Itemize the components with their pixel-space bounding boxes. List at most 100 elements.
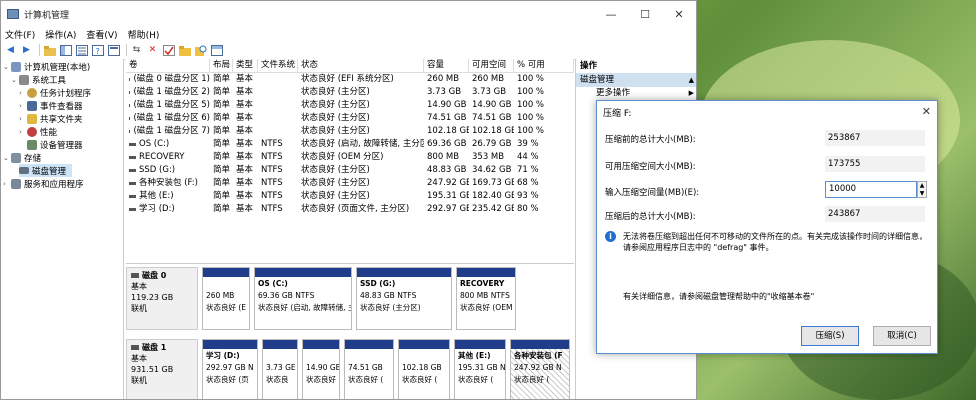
stepper-down-icon[interactable]: ▼	[920, 190, 925, 197]
col-type[interactable]: 类型	[233, 59, 258, 72]
volume-cell-volume: RECOVERY	[126, 151, 210, 164]
volume-row[interactable]: (磁盘 1 磁盘分区 6) 简单 基本 状态良好 (主分区) 74.51 GB 74.51…	[126, 112, 574, 125]
partition-block[interactable]: 其他 (E:) 195.31 GB N 状态良好 (	[454, 339, 506, 399]
volume-row[interactable]: SSD (G:) 简单 基本 NTFS 状态良好 (主分区) 48.83 GB 34.62 …	[126, 164, 574, 177]
volume-row[interactable]: RECOVERY 简单 基本 NTFS 状态良好 (OEM 分区) 800 MB 353 M…	[126, 151, 574, 164]
menu-view[interactable]: 查看(V)	[86, 28, 117, 41]
volume-cell-text: 34.62 GB	[472, 165, 512, 175]
partition-block[interactable]: 74.51 GB 状态良好 (	[344, 339, 394, 399]
partition-block[interactable]: 260 MB 状态良好 (E	[202, 267, 250, 330]
volume-cell-status: 状态良好 (主分区)	[298, 190, 424, 203]
volume-cell-status: 状态良好 (主分区)	[298, 112, 424, 125]
expand-arrow-icon[interactable]: ›	[19, 128, 27, 136]
shrink-amount-input[interactable]: 10000	[825, 181, 917, 198]
collapse-up-icon[interactable]: ▲	[689, 73, 694, 87]
volume-cell-status: 状态良好 (主分区)	[298, 99, 424, 112]
col-status[interactable]: 状态	[298, 59, 424, 72]
actions-section-disk-management[interactable]: 磁盘管理 ▲	[576, 73, 696, 87]
col-filesystem[interactable]: 文件系统	[258, 59, 298, 72]
partition-block[interactable]: 学习 (D:) 292.97 GB N 状态良好 (页	[202, 339, 258, 399]
col-free[interactable]: 可用空间	[469, 59, 514, 72]
tree-system-tools[interactable]: ⌄ 系统工具	[11, 73, 66, 86]
volume-row[interactable]: 学习 (D:) 简单 基本 NTFS 状态良好 (页面文件, 主分区) 292.97 GB…	[126, 203, 574, 216]
expand-arrow-icon[interactable]: ›	[19, 115, 27, 123]
volume-row[interactable]: (磁盘 1 磁盘分区 5) 简单 基本 状态良好 (主分区) 14.90 GB 14.90…	[126, 99, 574, 112]
back-icon[interactable]: ◀	[4, 44, 17, 57]
list-icon[interactable]	[75, 44, 88, 57]
volume-cell-text: (磁盘 0 磁盘分区 1)	[133, 74, 210, 84]
dialog-close-icon[interactable]: ✕	[922, 105, 931, 118]
shrink-button[interactable]: 压缩(S)	[801, 326, 859, 346]
maximize-button[interactable]: ☐	[628, 1, 662, 27]
stepper-up-icon[interactable]: ▲	[920, 182, 925, 189]
partition-block[interactable]: 3.73 GE 状态良	[262, 339, 298, 399]
more-info-text: 有关详细信息，请参阅磁盘管理帮助中的"收缩基本卷"	[623, 292, 815, 301]
volume-row[interactable]: 其他 (E:) 简单 基本 NTFS 状态良好 (主分区) 195.31 GB 182.40…	[126, 190, 574, 203]
volume-row[interactable]: (磁盘 1 磁盘分区 2) 简单 基本 状态良好 (主分区) 3.73 GB 3.73 G…	[126, 86, 574, 99]
col-volume[interactable]: 卷	[126, 59, 210, 72]
tree-shared-folders[interactable]: › 共享文件夹	[19, 112, 83, 125]
tree-storage[interactable]: ⌄ 存储	[3, 151, 41, 164]
dialog-title: 压缩 F:	[603, 108, 632, 119]
volume-icon	[129, 143, 136, 146]
minimize-button[interactable]: —	[594, 1, 628, 27]
partition-bar	[511, 340, 569, 349]
cancel-button[interactable]: 取消(C)	[873, 326, 931, 346]
menu-help[interactable]: 帮助(H)	[128, 28, 160, 41]
partition-block[interactable]: SSD (G:) 48.83 GB NTFS 状态良好 (主分区)	[356, 267, 452, 330]
expand-arrow-icon[interactable]: ›	[19, 89, 27, 97]
partition-block[interactable]: RECOVERY 800 MB NTFS 状态良好 (OEM	[456, 267, 516, 330]
volume-cell-text: 100 %	[517, 126, 545, 136]
menu-action[interactable]: 操作(A)	[45, 28, 76, 41]
open-folder-icon[interactable]	[178, 44, 191, 57]
col-layout[interactable]: 布局	[210, 59, 233, 72]
title-bar[interactable]: 计算机管理 — ☐ ✕	[1, 1, 696, 27]
col-percent-free[interactable]: % 可用	[514, 59, 574, 72]
forward-icon[interactable]: ▶	[20, 44, 33, 57]
disk1-label[interactable]: 磁盘 1 基本 931.51 GB 联机	[126, 339, 198, 399]
volume-row[interactable]: 各种安装包 (F:) 简单 基本 NTFS 状态良好 (主分区) 247.92 GB 169…	[126, 177, 574, 190]
volume-cell-volume: (磁盘 1 磁盘分区 5)	[126, 99, 210, 112]
close-button[interactable]: ✕	[662, 1, 696, 27]
expand-arrow-icon[interactable]: ›	[3, 180, 11, 188]
collapse-arrow-icon[interactable]: ⌄	[3, 63, 11, 71]
dialog-title-bar[interactable]: 压缩 F: ✕	[597, 101, 937, 123]
col-capacity[interactable]: 容量	[424, 59, 469, 72]
delete-icon[interactable]: ✕	[146, 44, 159, 57]
volume-cell-layout: 简单	[210, 99, 233, 112]
value-total-after: 243867	[825, 206, 925, 222]
volume-cell-layout: 简单	[210, 203, 233, 216]
tree-performance[interactable]: › 性能	[19, 125, 57, 138]
tree-services[interactable]: › 服务和应用程序	[3, 177, 84, 190]
tree-root[interactable]: ⌄ 计算机管理(本地)	[3, 60, 90, 73]
show-hide-tree-icon[interactable]	[59, 44, 72, 57]
collapse-arrow-icon[interactable]: ⌄	[11, 76, 19, 84]
properties-icon[interactable]	[107, 44, 120, 57]
expand-arrow-icon[interactable]: ›	[19, 102, 27, 110]
magnifier-icon[interactable]	[194, 44, 207, 57]
shrink-amount-stepper[interactable]: ▲ ▼	[917, 181, 927, 198]
tree-event-viewer[interactable]: › 事件查看器	[19, 99, 83, 112]
help-icon[interactable]: ?	[91, 44, 104, 57]
volume-row[interactable]: OS (C:) 简单 基本 NTFS 状态良好 (启动, 故障转储, 主分区) 69.36…	[126, 138, 574, 151]
tree-disk-management[interactable]: 磁盘管理	[19, 164, 73, 177]
tree-task-scheduler[interactable]: › 任务计划程序	[19, 86, 91, 99]
volume-row[interactable]: (磁盘 0 磁盘分区 1) 简单 基本 状态良好 (EFI 系统分区) 260 MB 26…	[126, 73, 574, 86]
up-folder-icon[interactable]	[43, 44, 56, 57]
check-icon[interactable]	[162, 44, 175, 57]
volume-cell-filesystem: NTFS	[258, 151, 298, 164]
info-text: 无法将卷压缩到超出任何不可移动的文件所在的点。有关完成该操作时间的详细信息，请参…	[623, 232, 927, 252]
partition-block[interactable]: 102.18 GB 状态良好 (	[398, 339, 450, 399]
panel-icon[interactable]	[210, 44, 223, 57]
tree-device-manager[interactable]: 设备管理器	[27, 138, 83, 151]
disk0-label[interactable]: 磁盘 0 基本 119.23 GB 联机	[126, 267, 198, 330]
partition-block[interactable]: 各种安装包 (F 247.92 GB N 状态良好 (	[510, 339, 570, 399]
connect-icon[interactable]: ⇆	[130, 44, 143, 57]
actions-more[interactable]: 更多操作 ▶	[576, 87, 696, 100]
partition-block[interactable]: 14.90 GB 状态良好 (	[302, 339, 340, 399]
volume-row[interactable]: (磁盘 1 磁盘分区 7) 简单 基本 状态良好 (主分区) 102.18 GB 102.…	[126, 125, 574, 138]
partition-status: 状态良好 (	[402, 375, 438, 384]
collapse-arrow-icon[interactable]: ⌄	[3, 154, 11, 162]
partition-block[interactable]: OS (C:) 69.36 GB NTFS 状态良好 (启动, 故障转储, 主	[254, 267, 352, 330]
menu-file[interactable]: 文件(F)	[5, 28, 35, 41]
